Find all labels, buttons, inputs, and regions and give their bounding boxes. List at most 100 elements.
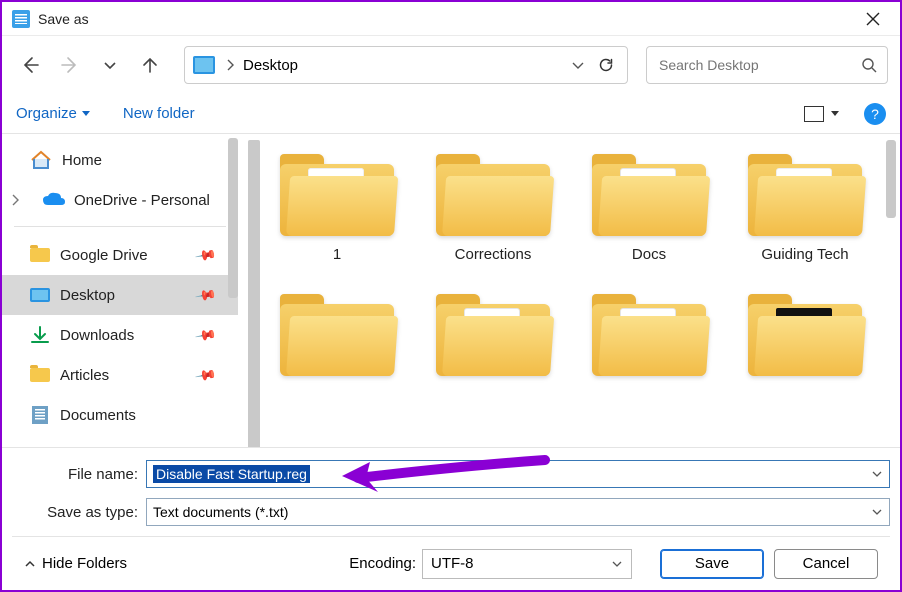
- organize-label: Organize: [16, 105, 77, 122]
- sidebar-item-label: Home: [62, 152, 102, 169]
- sidebar-home[interactable]: Home: [2, 140, 238, 180]
- save-button[interactable]: Save: [660, 549, 764, 579]
- arrow-right-icon: [60, 55, 80, 75]
- sidebar-item-label: OneDrive - Personal: [74, 192, 210, 209]
- content-area: Home OneDrive - Personal Google Drive 📌 …: [2, 134, 900, 447]
- type-field[interactable]: Text documents (*.txt): [146, 498, 890, 526]
- sidebar-divider: [14, 226, 226, 227]
- help-button[interactable]: ?: [864, 103, 886, 125]
- new-folder-button[interactable]: New folder: [123, 105, 195, 122]
- chevron-down-icon: [611, 558, 623, 570]
- caret-down-icon[interactable]: [830, 110, 840, 118]
- folder-label: Corrections: [455, 246, 532, 266]
- toolbar: Organize New folder ?: [2, 94, 900, 134]
- chevron-down-icon[interactable]: [571, 58, 585, 72]
- chevron-down-icon: [871, 506, 883, 518]
- encoding-label: Encoding:: [349, 555, 422, 572]
- sidebar-item-downloads[interactable]: Downloads 📌: [2, 315, 238, 355]
- pin-icon: 📌: [193, 323, 217, 347]
- folder-icon: [592, 290, 706, 376]
- search-box[interactable]: [646, 46, 888, 84]
- folder-item[interactable]: 1: [266, 150, 408, 266]
- recent-dropdown[interactable]: [94, 49, 126, 81]
- sidebar-item-label: Downloads: [60, 327, 134, 344]
- folder-item[interactable]: Corrections: [422, 150, 564, 266]
- folder-label: Docs: [632, 246, 666, 266]
- folder-item[interactable]: [578, 290, 720, 406]
- hide-folders-label: Hide Folders: [42, 555, 127, 572]
- pin-icon: 📌: [193, 283, 217, 307]
- folder-icon: [592, 150, 706, 236]
- filename-field[interactable]: Disable Fast Startup.reg: [146, 460, 890, 488]
- sidebar-item-label: Desktop: [60, 287, 115, 304]
- folder-icon: [30, 248, 50, 262]
- address-bar[interactable]: Desktop: [184, 46, 628, 84]
- footer: Hide Folders Encoding: UTF-8 Save Cancel: [12, 536, 890, 590]
- encoding-value: UTF-8: [431, 555, 474, 572]
- pin-icon: 📌: [193, 243, 217, 267]
- cancel-button[interactable]: Cancel: [774, 549, 878, 579]
- folder-item[interactable]: [266, 290, 408, 406]
- chevron-up-icon: [24, 558, 36, 570]
- folder-icon: [748, 150, 862, 236]
- home-icon: [30, 150, 52, 170]
- onedrive-icon: [42, 192, 66, 208]
- search-input[interactable]: [657, 56, 861, 74]
- folder-icon: [436, 290, 550, 376]
- desktop-icon: [193, 56, 215, 74]
- folder-item[interactable]: Docs: [578, 150, 720, 266]
- folder-item[interactable]: [422, 290, 564, 406]
- sidebar-item-articles[interactable]: Articles 📌: [2, 355, 238, 395]
- chevron-right-icon: [225, 59, 235, 71]
- folder-item[interactable]: [734, 290, 876, 406]
- view-mode-button[interactable]: [804, 106, 824, 122]
- file-grid-area: 1 Corrections Docs Guiding Tech: [242, 134, 900, 447]
- encoding-select[interactable]: UTF-8: [422, 549, 632, 579]
- titlebar: Save as: [2, 2, 900, 36]
- window-title: Save as: [38, 11, 89, 27]
- folder-label: 1: [333, 246, 341, 266]
- filename-value: Disable Fast Startup.reg: [153, 465, 310, 483]
- folder-icon: [280, 290, 394, 376]
- refresh-icon[interactable]: [597, 56, 615, 74]
- folder-item[interactable]: Guiding Tech: [734, 150, 876, 266]
- search-icon: [861, 57, 877, 73]
- save-as-dialog: Save as Desktop Organize: [0, 0, 902, 592]
- chevron-right-icon: [10, 194, 20, 206]
- folder-label: Guiding Tech: [761, 246, 848, 266]
- type-value: Text documents (*.txt): [153, 504, 288, 520]
- sidebar: Home OneDrive - Personal Google Drive 📌 …: [2, 134, 238, 447]
- close-button[interactable]: [850, 2, 896, 35]
- sidebar-onedrive[interactable]: OneDrive - Personal: [2, 180, 238, 220]
- close-icon: [866, 12, 880, 26]
- folder-icon: [280, 150, 394, 236]
- main-scrollbar[interactable]: [886, 140, 896, 218]
- folder-icon: [748, 290, 862, 376]
- view-controls: ?: [804, 103, 886, 125]
- bottom-panel: File name: Disable Fast Startup.reg Save…: [2, 447, 900, 590]
- sidebar-item-documents[interactable]: Documents: [2, 395, 238, 435]
- new-folder-label: New folder: [123, 105, 195, 122]
- folder-icon: [436, 150, 550, 236]
- chevron-down-icon: [871, 468, 883, 480]
- sidebar-item-label: Articles: [60, 367, 109, 384]
- filename-label: File name:: [12, 466, 146, 483]
- back-button[interactable]: [14, 49, 46, 81]
- nav-arrows: [14, 49, 166, 81]
- hide-folders-button[interactable]: Hide Folders: [24, 555, 127, 572]
- arrow-up-icon: [140, 55, 160, 75]
- forward-button[interactable]: [54, 49, 86, 81]
- sidebar-item-label: Google Drive: [60, 247, 148, 264]
- app-icon: [12, 10, 30, 28]
- file-grid: 1 Corrections Docs Guiding Tech: [242, 134, 900, 406]
- sidebar-item-desktop[interactable]: Desktop 📌: [2, 275, 238, 315]
- sidebar-scrollbar[interactable]: [228, 138, 238, 298]
- sidebar-item-googledrive[interactable]: Google Drive 📌: [2, 235, 238, 275]
- document-icon: [32, 406, 48, 424]
- sidebar-item-label: Documents: [60, 407, 136, 424]
- nav-row: Desktop: [2, 36, 900, 94]
- download-icon: [30, 326, 50, 344]
- up-button[interactable]: [134, 49, 166, 81]
- organize-menu[interactable]: Organize: [16, 105, 91, 122]
- pin-icon: 📌: [193, 363, 217, 387]
